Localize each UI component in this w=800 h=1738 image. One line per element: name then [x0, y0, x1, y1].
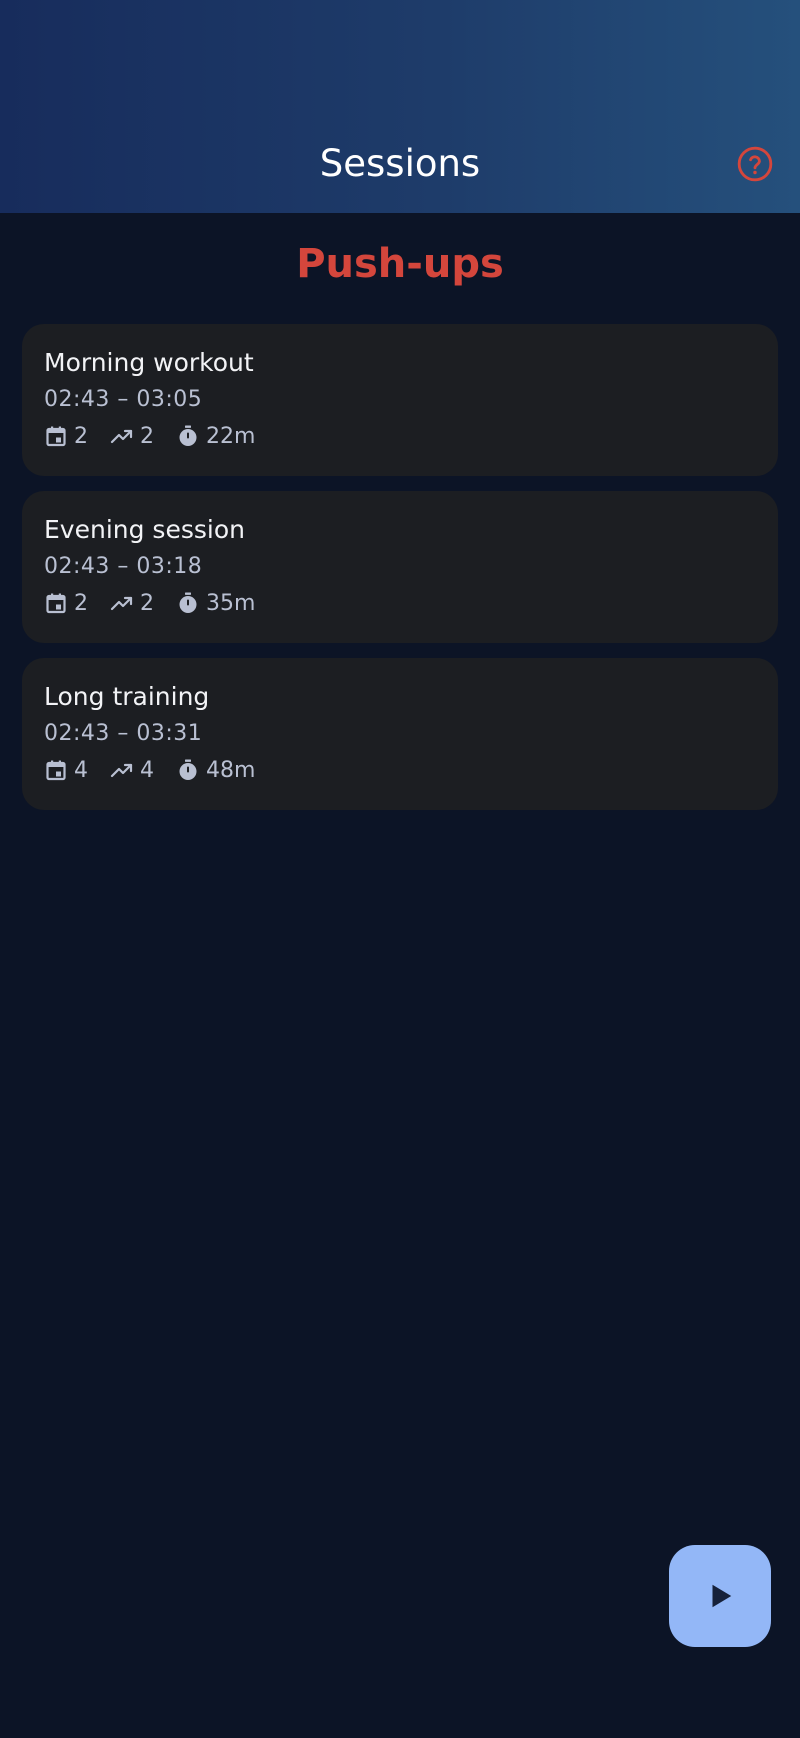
timer-icon: [179, 425, 197, 446]
session-time-range: 02:43 – 03:31: [44, 721, 203, 746]
play-icon: [712, 1584, 732, 1608]
trending-up-icon: [110, 596, 133, 611]
stat-sets: 2: [44, 424, 88, 449]
stat-sets-value: 2: [74, 590, 88, 616]
session-time-range: 02:43 – 03:18: [44, 554, 203, 579]
stat-progress: 2: [110, 591, 154, 616]
timer-icon: [179, 759, 197, 780]
session-name: Evening session: [44, 515, 245, 544]
help-circle-icon: [737, 146, 773, 182]
page-title: Sessions: [319, 142, 481, 185]
exercise-title: Push-ups: [296, 241, 504, 287]
stat-duration: 48m: [176, 758, 255, 783]
calendar-icon: [46, 593, 66, 614]
stat-duration-value: 35m: [206, 590, 256, 616]
session-time-range: 02:43 – 03:05: [44, 387, 203, 412]
stat-duration-value: 22m: [206, 423, 256, 449]
session-card[interactable]: Evening session 02:43 – 03:18 2 2 35m: [22, 491, 778, 643]
stat-sets-value: 2: [74, 423, 88, 449]
stat-progress-value: 4: [140, 757, 154, 783]
session-stats: 2 2 22m: [44, 422, 756, 450]
stat-sets: 2: [44, 591, 88, 616]
stat-duration: 35m: [176, 591, 255, 616]
app-bar: Sessions: [0, 0, 800, 213]
session-card[interactable]: Morning workout 02:43 – 03:05 2 2 22m: [22, 324, 778, 476]
start-session-button[interactable]: [669, 1545, 771, 1647]
stat-progress-value: 2: [140, 590, 154, 616]
session-name: Morning workout: [44, 348, 254, 377]
trending-up-icon: [110, 763, 133, 778]
session-stats: 4 4 48m: [44, 756, 756, 784]
session-name: Long training: [44, 682, 210, 711]
calendar-icon: [46, 426, 66, 447]
help-button[interactable]: [736, 145, 774, 183]
stat-progress: 2: [110, 424, 154, 449]
session-stats: 2 2 35m: [44, 589, 756, 617]
stat-duration-value: 48m: [206, 757, 256, 783]
stat-progress-value: 2: [140, 423, 154, 449]
stat-duration: 22m: [176, 424, 255, 449]
stat-progress: 4: [110, 758, 154, 783]
session-card[interactable]: Long training 02:43 – 03:31 4 4 48m: [22, 658, 778, 810]
trending-up-icon: [110, 429, 133, 444]
calendar-icon: [46, 760, 66, 781]
stat-sets: 4: [44, 758, 88, 783]
timer-icon: [179, 592, 197, 613]
stat-sets-value: 4: [74, 757, 88, 783]
session-list: Morning workout 02:43 – 03:05 2 2 22m Ev…: [22, 324, 778, 825]
